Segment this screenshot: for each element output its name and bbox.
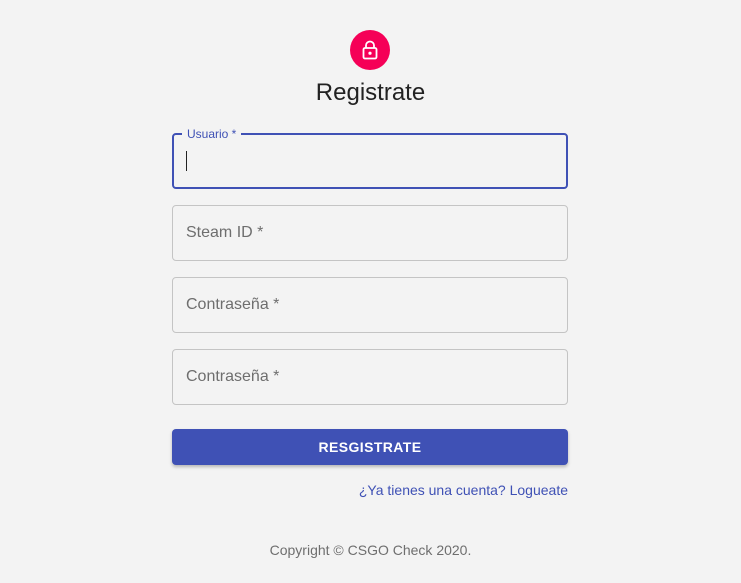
username-field[interactable]: Usuario * [172,126,568,189]
lock-icon [361,40,379,60]
username-label: Usuario * [182,126,242,142]
copyright-text: Copyright © CSGO Check 2020. [269,542,472,558]
password-field[interactable]: Contraseña * [172,277,568,333]
login-link[interactable]: ¿Ya tienes una cuenta? Logueate [359,481,568,499]
steam-id-label: Steam ID * [186,224,264,241]
register-button[interactable]: RESGISTRATE [172,429,568,465]
avatar [350,30,390,70]
register-page: Registrate Usuario * Steam ID * Contrase… [0,0,741,583]
text-cursor [186,151,187,171]
password-label: Contraseña * [186,296,280,313]
password-confirm-label: Contraseña * [186,368,280,385]
steam-id-field[interactable]: Steam ID * [172,205,568,261]
password-confirm-field[interactable]: Contraseña * [172,349,568,405]
page-title: Registrate [315,79,426,106]
